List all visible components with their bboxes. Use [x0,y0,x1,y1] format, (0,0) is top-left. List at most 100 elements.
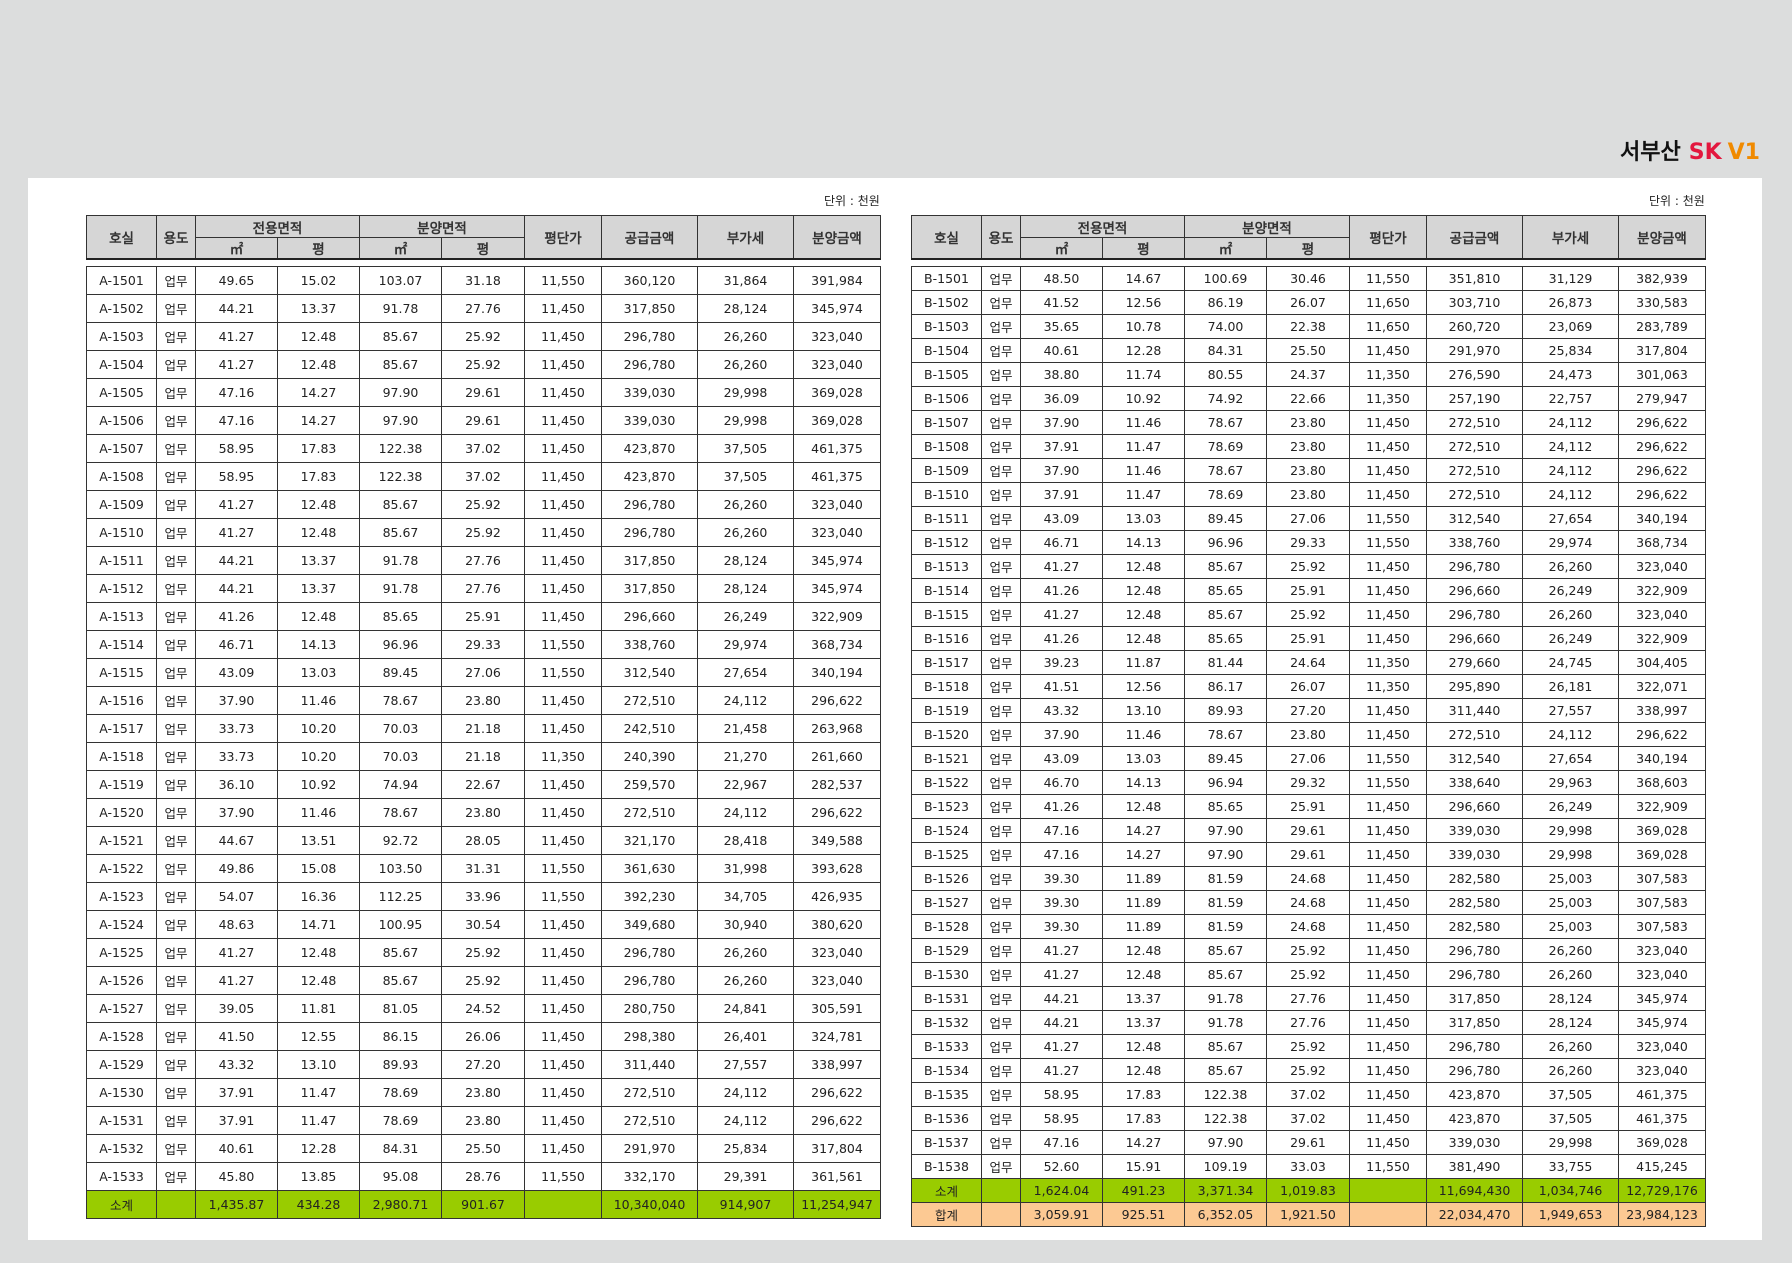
cell-sale-area-pyeong: 30.54 [441,910,525,939]
table-row: B-1537 업무 47.16 14.27 97.90 29.61 11,450 339,03… [911,1130,1706,1155]
cell-unit: A-1530 [86,1078,157,1107]
cell-sale-area-m2: 81.59 [1184,914,1267,939]
cell-supply-amount: 296,780 [1426,554,1523,579]
cell-supply-amount: 296,660 [601,602,698,631]
cell-vat: 29,998 [1522,1130,1619,1155]
cell-use: 업무 [981,674,1021,699]
cell-sale-area-m2: 70.03 [359,714,442,743]
cell-sale-area-pyeong: 27.76 [441,294,525,323]
cell-supply-amount: 339,030 [1426,1130,1523,1155]
cell-price-per-pyeong: 11,450 [524,350,602,379]
cell-unit: A-1526 [86,966,157,995]
cell-exclusive-pyeong: 10.92 [277,770,360,799]
cell-supply-amount: 423,870 [601,434,698,463]
cell-price-per-pyeong: 11,450 [1349,938,1427,963]
cell-sale-area-pyeong: 26.06 [441,1022,525,1051]
cell-supply-amount: 360,120 [601,266,698,295]
cell-sale-area-pyeong: 22.66 [1266,386,1350,411]
cell-supply-amount: 312,540 [601,658,698,687]
cell-use: 업무 [156,490,196,519]
cell-sale-area-pyeong: 27.06 [1266,746,1350,771]
cell-supply-amount: 276,590 [1426,362,1523,387]
header-unit: 호실 [86,215,157,260]
cell-total-amount: 323,040 [793,490,881,519]
cell-exclusive-m2: 33.73 [195,742,278,771]
cell-unit: B-1517 [911,650,982,675]
cell-use: 업무 [981,890,1021,915]
spacer [912,259,1706,267]
header-supply-amount: 공급금액 [601,215,698,260]
cell-supply-amount: 272,510 [601,1106,698,1135]
cell-sale-area-m2: 122.38 [1184,1082,1267,1107]
cell-exclusive-pyeong: 13.10 [277,1050,360,1079]
subtotal-row-use [156,1190,196,1219]
cell-exclusive-m2: 37.90 [1020,458,1103,483]
cell-vat: 26,260 [697,938,794,967]
cell-exclusive-pyeong: 12.48 [1102,1058,1185,1083]
cell-total-amount: 340,194 [1618,506,1706,531]
cell-sale-area-pyeong: 25.91 [1266,626,1350,651]
cell-sale-area-pyeong: 29.61 [441,378,525,407]
cell-unit: B-1509 [911,458,982,483]
cell-sale-area-pyeong: 26.07 [1266,290,1350,315]
cell-sale-area-pyeong: 25.92 [1266,1058,1350,1083]
cell-vat: 34,705 [697,882,794,911]
cell-exclusive-pyeong: 11.46 [1102,458,1185,483]
table-row: A-1520 업무 37.90 11.46 78.67 23.80 11,450 272,51… [86,798,881,827]
subtotal-row-unit: 소계 [911,1178,982,1203]
cell-exclusive-pyeong: 12.48 [277,490,360,519]
table-row: A-1501 업무 49.65 15.02 103.07 31.18 11,550 360,1… [86,266,881,295]
cell-price-per-pyeong: 11,450 [1349,458,1427,483]
header-exclusive-pyeong: 평 [277,237,360,260]
cell-supply-amount: 296,780 [1426,962,1523,987]
cell-vat: 28,124 [1522,986,1619,1011]
cell-unit: B-1532 [911,1010,982,1035]
cell-exclusive-m2: 41.51 [1020,674,1103,699]
cell-vat: 31,864 [697,266,794,295]
cell-sale-area-m2: 78.69 [1184,434,1267,459]
cell-supply-amount: 272,510 [601,686,698,715]
cell-exclusive-m2: 37.91 [1020,482,1103,507]
cell-exclusive-m2: 41.27 [195,490,278,519]
cell-price-per-pyeong: 11,450 [524,546,602,575]
table-row: A-1507 업무 58.95 17.83 122.38 37.02 11,450 423,8… [86,434,881,463]
cell-vat: 30,940 [697,910,794,939]
cell-use: 업무 [156,1134,196,1163]
cell-sale-area-m2: 91.78 [1184,1010,1267,1035]
subtotal-row-use [981,1178,1021,1203]
cell-exclusive-pyeong: 13.03 [1102,506,1185,531]
cell-supply-amount: 423,870 [1426,1106,1523,1131]
cell-unit: B-1533 [911,1034,982,1059]
cell-exclusive-pyeong: 12.48 [277,322,360,351]
cell-sale-area-pyeong: 30.46 [1266,266,1350,291]
header-sale-area: 분양면적 [359,215,525,238]
cell-use: 업무 [156,686,196,715]
cell-price-per-pyeong: 11,450 [1349,890,1427,915]
cell-exclusive-pyeong: 12.48 [277,966,360,995]
cell-price-per-pyeong: 11,450 [1349,338,1427,363]
cell-use: 업무 [156,742,196,771]
cell-exclusive-pyeong: 12.56 [1102,290,1185,315]
cell-exclusive-m2: 44.67 [195,826,278,855]
cell-sale-area-m2: 85.67 [1184,1058,1267,1083]
cell-exclusive-m2: 47.16 [1020,818,1103,843]
cell-total-amount: 263,968 [793,714,881,743]
cell-price-per-pyeong: 11,450 [1349,962,1427,987]
cell-unit: B-1514 [911,578,982,603]
cell-exclusive-pyeong: 13.37 [277,546,360,575]
grand-total-row-price-per-pyeong [1349,1202,1427,1227]
cell-exclusive-m2: 41.26 [1020,794,1103,819]
table-row: A-1531 업무 37.91 11.47 78.69 23.80 11,450 272,51… [86,1106,881,1135]
table-row: B-1521 업무 43.09 13.03 89.45 27.06 11,550 312,54… [911,746,1706,771]
cell-supply-amount: 260,720 [1426,314,1523,339]
cell-price-per-pyeong: 11,450 [524,770,602,799]
cell-exclusive-m2: 47.16 [1020,842,1103,867]
cell-unit: A-1514 [86,630,157,659]
cell-supply-amount: 296,780 [1426,1058,1523,1083]
cell-vat: 25,003 [1522,914,1619,939]
cell-exclusive-pyeong: 11.89 [1102,866,1185,891]
cell-unit: A-1528 [86,1022,157,1051]
cell-use: 업무 [156,378,196,407]
grand-total-row: 합계 3,059.91 925.51 6,352.05 1,921.50 22,034,4… [911,1202,1706,1227]
header-sale-area: 분양면적 [1184,215,1350,238]
